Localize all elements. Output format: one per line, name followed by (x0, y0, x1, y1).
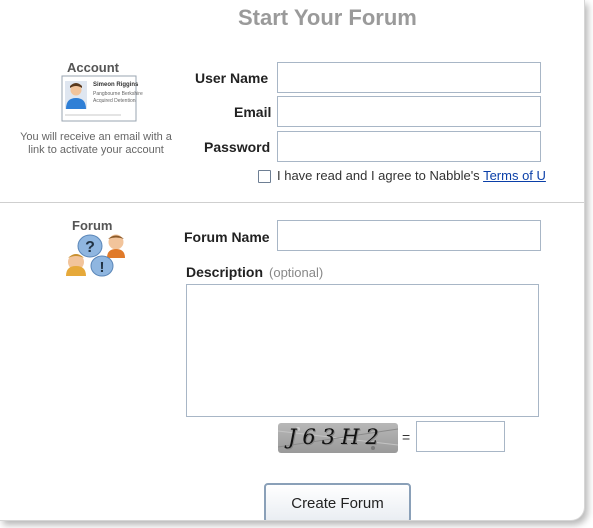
description-textarea[interactable] (186, 284, 539, 417)
create-forum-button[interactable]: Create Forum (264, 483, 411, 520)
username-input[interactable] (277, 62, 541, 93)
captcha-image: J63H2 (278, 423, 398, 453)
password-label: Password (204, 139, 271, 155)
section-divider (0, 202, 584, 203)
activation-note: You will receive an email with a link to… (20, 131, 172, 156)
page-title: Start Your Forum (238, 5, 417, 30)
captcha-equals: = (402, 429, 411, 445)
password-input[interactable] (277, 131, 541, 162)
account-card-icon: Simeon Riggins Pangbourne Berkshire Acqu… (61, 75, 143, 122)
description-label-text: Description (186, 264, 264, 280)
account-card-line: Acquired Detention (93, 98, 136, 104)
account-card-line: Pangbourne Berkshire (93, 91, 143, 97)
form-card: Start Your Forum Account Simeon Riggins … (0, 0, 585, 521)
account-card-name: Simeon Riggins (93, 82, 139, 88)
captcha-answer-input[interactable] (416, 421, 505, 452)
description-optional-hint: (optional) (269, 265, 324, 280)
account-heading: Account (67, 60, 119, 75)
forum-heading: Forum (72, 218, 113, 233)
description-label: Description (optional) (186, 264, 323, 280)
forum-name-input[interactable] (277, 220, 541, 251)
captcha-code: J63H2 (288, 425, 385, 449)
terms-agreement-text: I have read and I agree to Nabble's (277, 168, 484, 183)
terms-of-use-link[interactable]: Terms of U (483, 168, 546, 183)
forum-discussion-icon: ? ! (64, 232, 132, 278)
svg-text:?: ? (85, 239, 95, 256)
terms-checkbox[interactable] (258, 170, 271, 183)
email-label: Email (234, 104, 272, 120)
email-input[interactable] (277, 96, 541, 127)
terms-agreement: I have read and I agree to Nabble's Term… (277, 168, 546, 183)
svg-text:!: ! (100, 259, 105, 276)
forum-name-label: Forum Name (184, 229, 270, 245)
username-label: User Name (195, 70, 269, 86)
